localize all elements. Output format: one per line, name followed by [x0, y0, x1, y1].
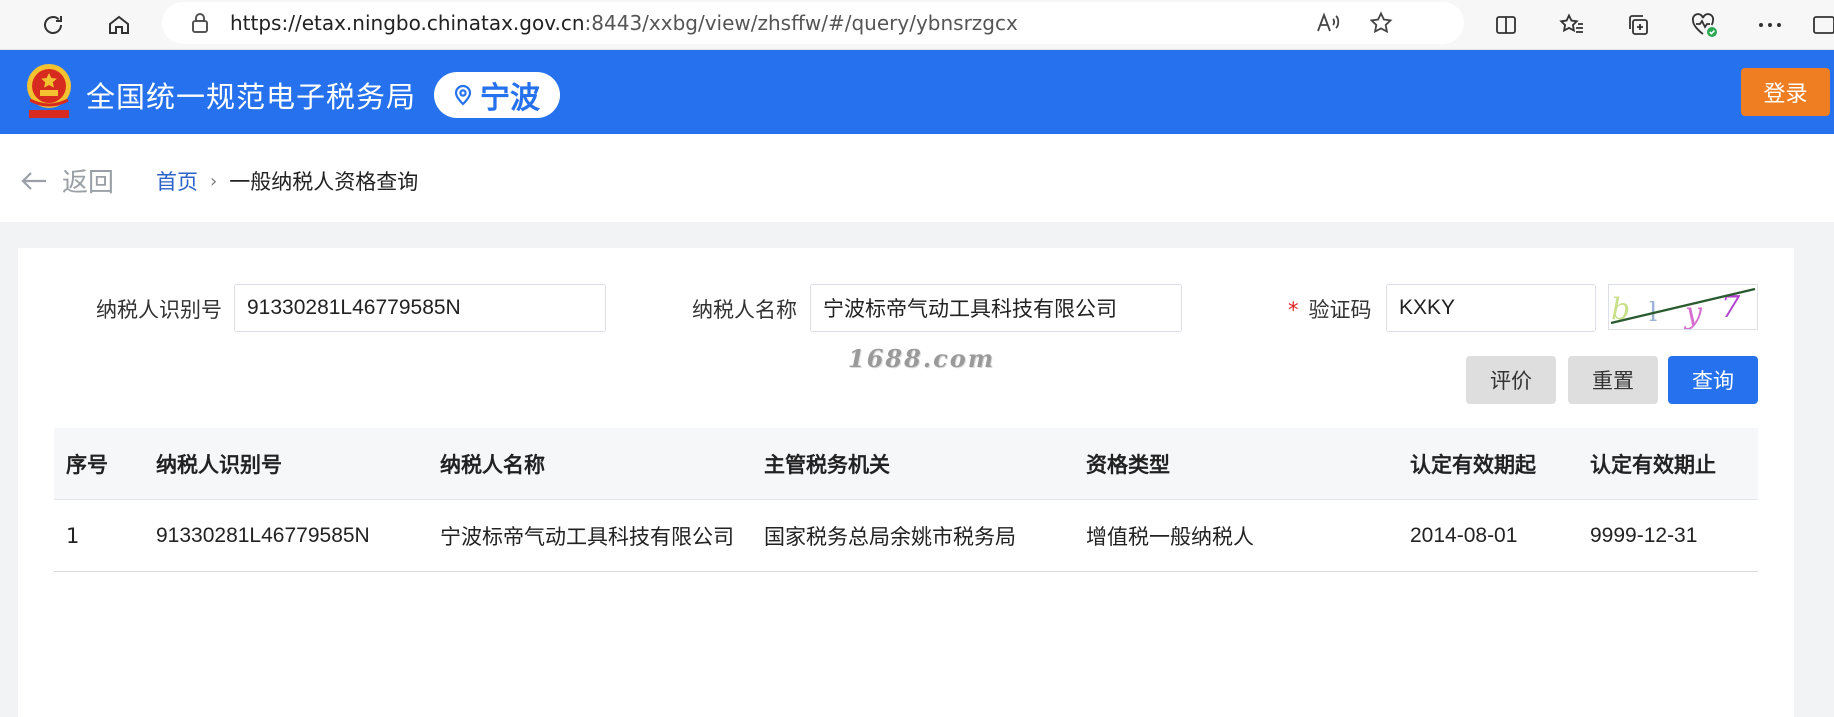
city-name: 宁波 [480, 81, 540, 116]
query-button[interactable]: 查询 [1668, 356, 1758, 404]
watermark-text: 1688.com [848, 344, 996, 373]
column-header: 资格类型 [1086, 453, 1170, 477]
taxpayer-id-input[interactable]: 91330281L46779585N [234, 284, 606, 332]
column-header: 认定有效期起 [1410, 453, 1536, 477]
column-header: 主管税务机关 [764, 453, 890, 477]
breadcrumb-bar: 返回 首页 › 一般纳税人资格查询 [0, 134, 1834, 222]
table-cell: 国家税务总局余姚市税务局 [764, 525, 1016, 549]
table-header: 序号 纳税人识别号 纳税人名称 主管税务机关 资格类型 认定有效期起 认定有效期… [54, 428, 1758, 500]
back-button[interactable]: 返回 [20, 162, 114, 199]
column-header: 纳税人名称 [440, 453, 545, 477]
breadcrumb-home[interactable]: 首页 [156, 166, 198, 196]
refresh-icon[interactable] [34, 6, 72, 44]
home-icon[interactable] [100, 6, 138, 44]
breadcrumb: 首页 › 一般纳税人资格查询 [156, 166, 418, 196]
url-text[interactable]: https://etax.ningbo.chinatax.gov.cn:8443… [230, 11, 1018, 35]
arrow-left-icon [20, 170, 48, 192]
address-bar[interactable]: https://etax.ningbo.chinatax.gov.cn:8443… [162, 2, 1464, 44]
favorites-icon[interactable] [1552, 6, 1592, 44]
evaluate-button[interactable]: 评价 [1466, 356, 1556, 404]
collections-icon[interactable] [1618, 6, 1658, 44]
column-header: 序号 [66, 453, 108, 477]
city-selector[interactable]: 宁波 [434, 72, 560, 118]
sidebar-toggle-icon[interactable] [1810, 6, 1834, 44]
column-header: 纳税人识别号 [156, 453, 282, 477]
taxpayer-name-input[interactable]: 宁波标帝气动工具科技有限公司 [810, 284, 1182, 332]
browser-essentials-icon[interactable] [1684, 6, 1724, 44]
taxpayer-name-label: 纳税人名称 [692, 298, 797, 322]
results-table: 序号 纳税人识别号 纳税人名称 主管税务机关 资格类型 认定有效期起 认定有效期… [54, 428, 1758, 572]
breadcrumb-current: 一般纳税人资格查询 [229, 170, 419, 194]
login-button[interactable]: 登录 [1741, 68, 1830, 116]
back-label: 返回 [62, 168, 115, 198]
read-aloud-icon[interactable] [1307, 4, 1349, 42]
table-cell: 2014-08-01 [1410, 524, 1518, 547]
column-header: 认定有效期止 [1590, 453, 1716, 477]
site-header: 全国统一规范电子税务局 宁波 登录 [0, 50, 1834, 134]
national-emblem-icon[interactable] [24, 60, 74, 122]
table-cell: 增值税一般纳税人 [1086, 525, 1254, 549]
reset-button[interactable]: 重置 [1568, 356, 1658, 404]
table-cell: 91330281L46779585N [156, 524, 370, 547]
required-mark: * [1288, 298, 1299, 322]
captcha-image[interactable]: b l y 7 [1608, 284, 1758, 331]
query-card: 纳税人识别号 91330281L46779585N 纳税人名称 宁波标帝气动工具… [18, 248, 1794, 717]
location-pin-icon [454, 84, 472, 106]
chevron-right-icon: › [210, 170, 218, 192]
site-title: 全国统一规范电子税务局 [86, 80, 417, 114]
split-screen-icon[interactable] [1486, 6, 1526, 44]
more-menu-icon[interactable] [1750, 6, 1790, 44]
table-cell: 9999-12-31 [1590, 524, 1698, 547]
table-cell: 1 [66, 524, 80, 548]
captcha-input[interactable]: KXKY [1386, 284, 1596, 332]
table-row: 1 91330281L46779585N 宁波标帝气动工具科技有限公司 国家税务… [54, 500, 1758, 572]
taxpayer-id-label: 纳税人识别号 [96, 298, 222, 322]
captcha-label: * 验证码 [1288, 298, 1372, 322]
lock-icon[interactable] [190, 12, 210, 34]
table-cell: 宁波标帝气动工具科技有限公司 [440, 525, 734, 549]
browser-toolbar: https://etax.ningbo.chinatax.gov.cn:8443… [0, 0, 1834, 50]
favorite-star-icon[interactable] [1360, 4, 1402, 42]
